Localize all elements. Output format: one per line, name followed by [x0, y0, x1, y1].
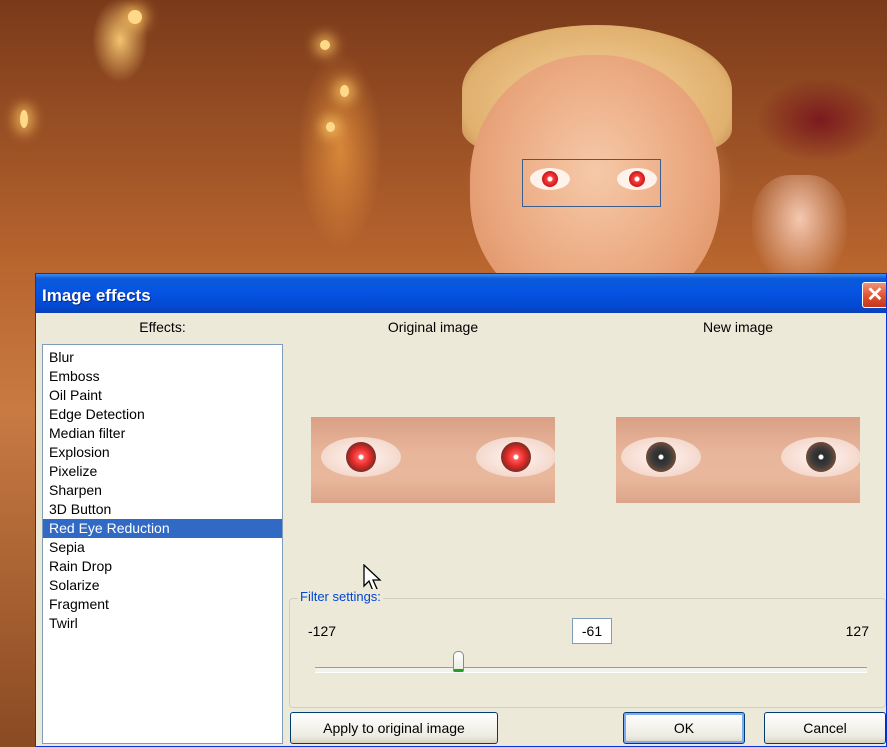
christmas-light — [20, 110, 28, 128]
effects-list-item[interactable]: Emboss — [43, 367, 282, 386]
filter-slider-track[interactable] — [315, 667, 867, 673]
effects-list-item[interactable]: Rain Drop — [43, 557, 282, 576]
christmas-light — [320, 40, 330, 50]
new-image-header: New image — [702, 319, 774, 335]
effects-list-item[interactable]: Twirl — [43, 614, 282, 633]
slider-min-label: -127 — [308, 623, 337, 639]
effects-list[interactable]: Blur Emboss Oil Paint Edge Detection Median … — [42, 344, 283, 744]
new-image-preview — [616, 417, 860, 503]
apply-to-original-button[interactable]: Apply to original image — [290, 712, 498, 744]
effects-list-item[interactable]: Sepia — [43, 538, 282, 557]
effects-list-item[interactable]: Blur — [43, 348, 282, 367]
preview-eye — [321, 437, 401, 477]
dialog-title: Image effects — [42, 286, 151, 305]
effects-list-item[interactable]: Sharpen — [43, 481, 282, 500]
eye-selection-rectangle[interactable] — [522, 159, 661, 207]
waving-hand — [752, 175, 847, 285]
preview-eye — [476, 437, 555, 477]
title-bar[interactable]: Image effects ✕ — [36, 274, 886, 313]
slider-max-label: 127 — [845, 623, 869, 639]
effects-list-item[interactable]: Pixelize — [43, 462, 282, 481]
close-icon: ✕ — [866, 284, 884, 306]
image-effects-dialog: Image effects ✕ Effects: Original image … — [35, 273, 887, 747]
christmas-light — [128, 10, 142, 24]
cancel-button[interactable]: Cancel — [764, 712, 886, 744]
original-image-header: Original image — [387, 319, 479, 335]
filter-settings-group: Filter settings: -127 -61 127 — [289, 589, 886, 708]
effects-list-item[interactable]: Oil Paint — [43, 386, 282, 405]
effects-list-item[interactable]: Fragment — [43, 595, 282, 614]
effects-list-item[interactable]: Red Eye Reduction — [43, 519, 282, 538]
effects-list-item[interactable]: Edge Detection — [43, 405, 282, 424]
filter-slider-thumb[interactable] — [452, 651, 464, 672]
effects-list-item[interactable]: Median filter — [43, 424, 282, 443]
christmas-light — [326, 122, 335, 132]
slider-value-box: -61 — [572, 618, 612, 644]
original-image-preview — [311, 417, 555, 503]
filter-settings-legend: Filter settings: — [298, 589, 383, 604]
effects-list-item[interactable]: 3D Button — [43, 500, 282, 519]
christmas-light — [340, 85, 349, 97]
close-button[interactable]: ✕ — [862, 282, 886, 308]
preview-eye — [781, 437, 860, 477]
preview-eye — [621, 437, 701, 477]
effects-list-item[interactable]: Explosion — [43, 443, 282, 462]
effects-list-item[interactable]: Solarize — [43, 576, 282, 595]
effects-header: Effects: — [139, 319, 186, 335]
ok-button[interactable]: OK — [623, 712, 745, 744]
